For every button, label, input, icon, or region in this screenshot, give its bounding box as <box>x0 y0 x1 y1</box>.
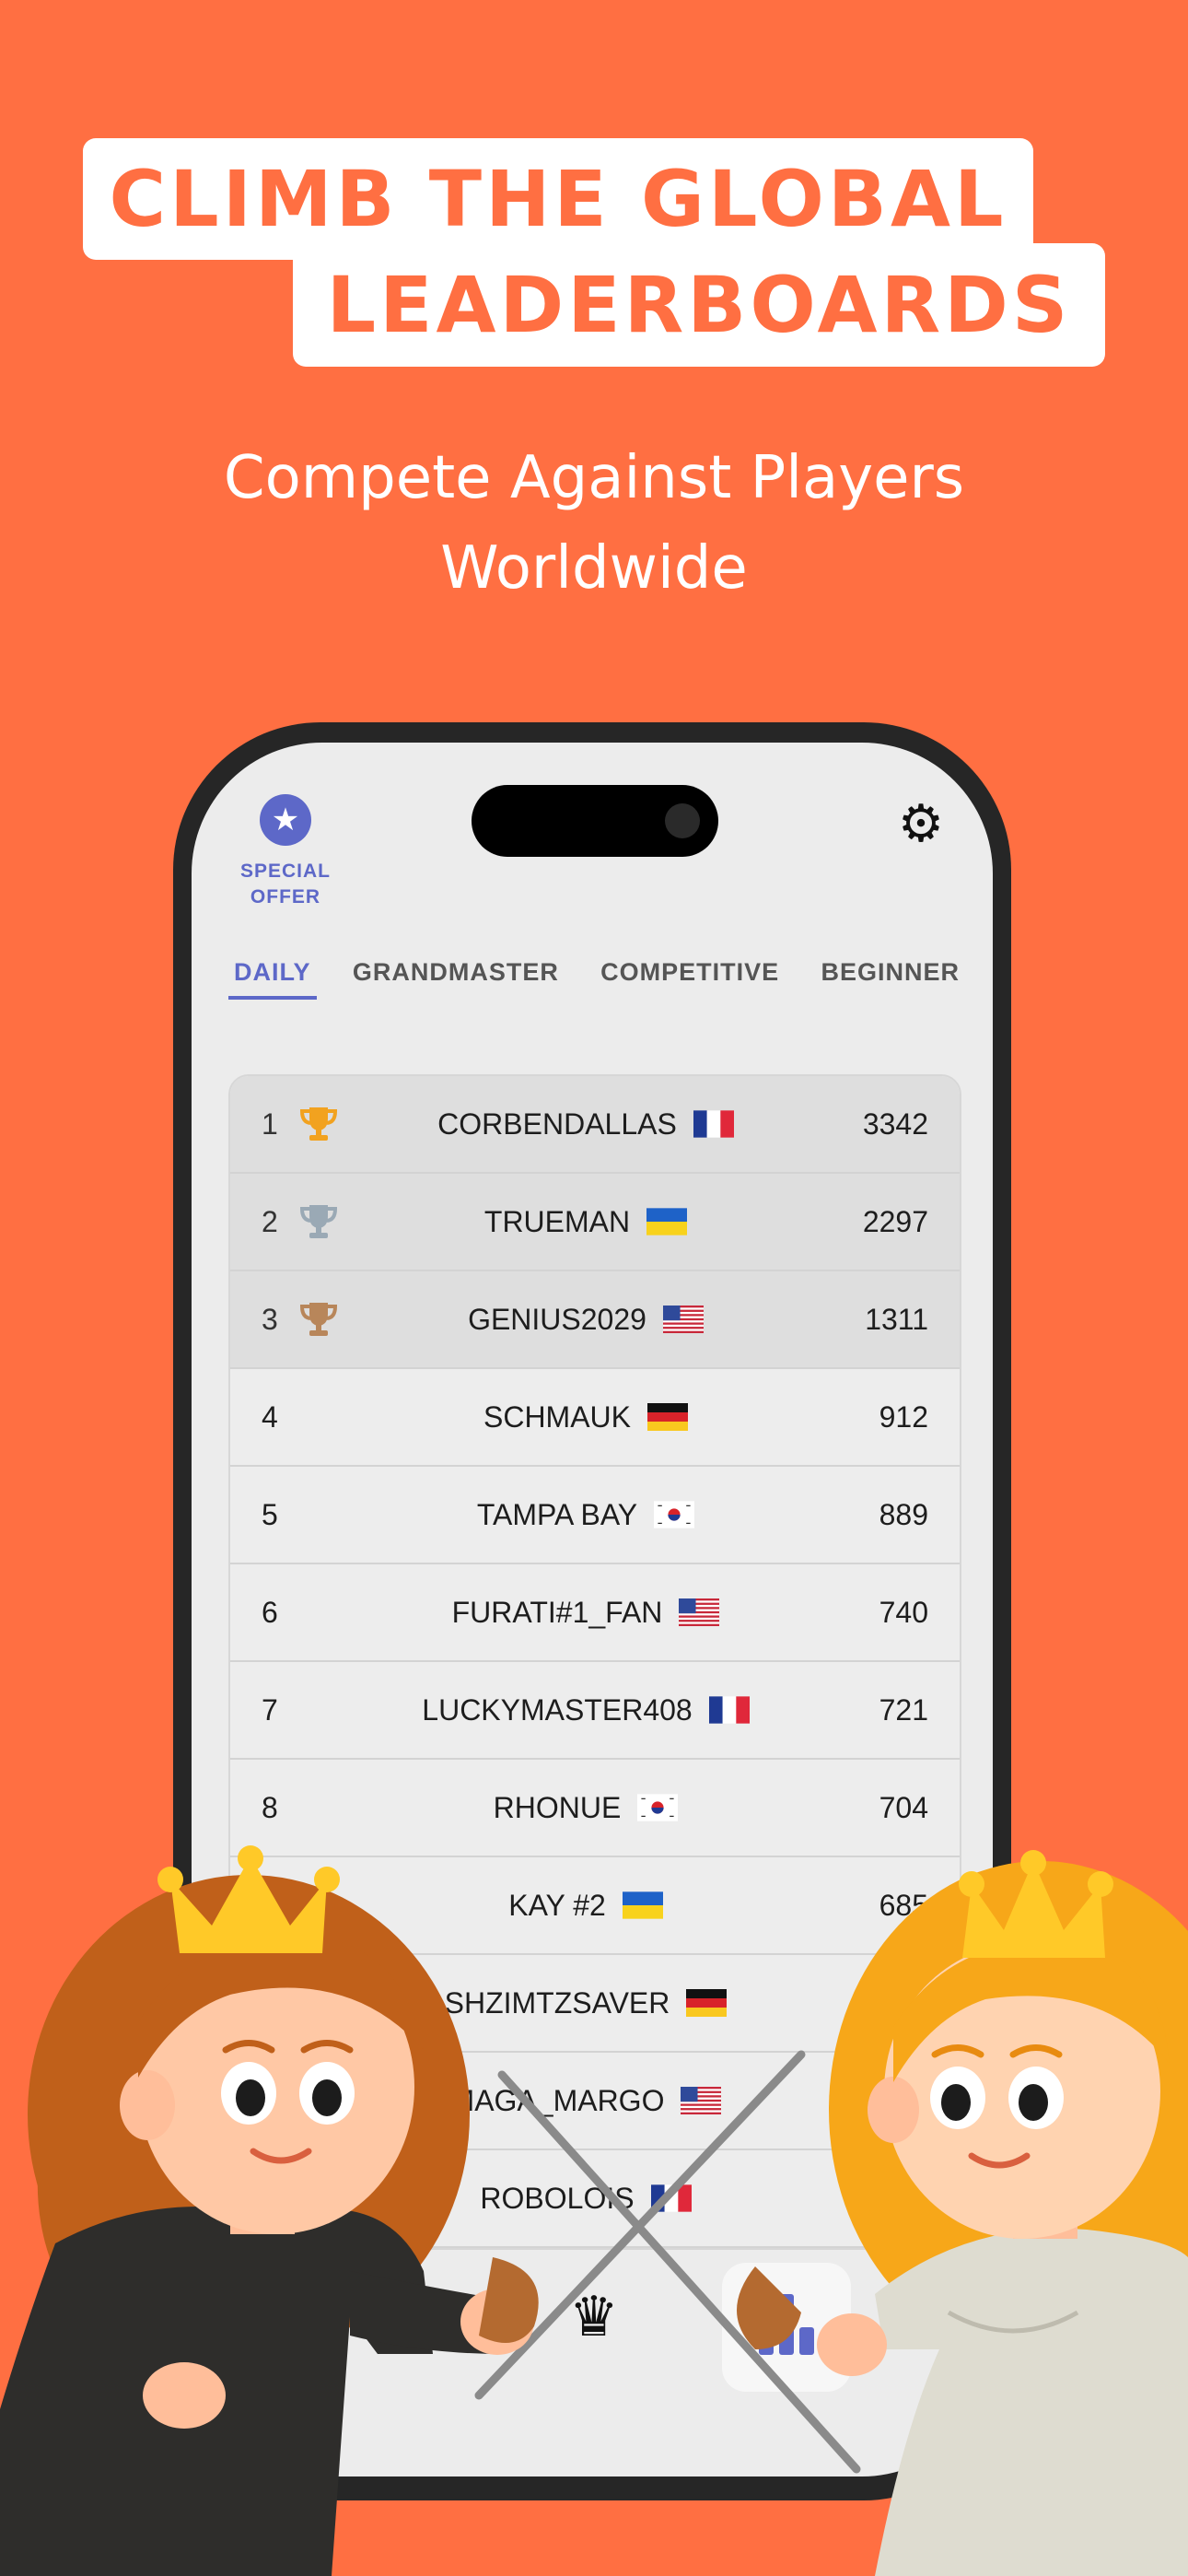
princess-left-illustration <box>0 1845 539 2576</box>
princess-right-illustration <box>737 1850 1188 2576</box>
